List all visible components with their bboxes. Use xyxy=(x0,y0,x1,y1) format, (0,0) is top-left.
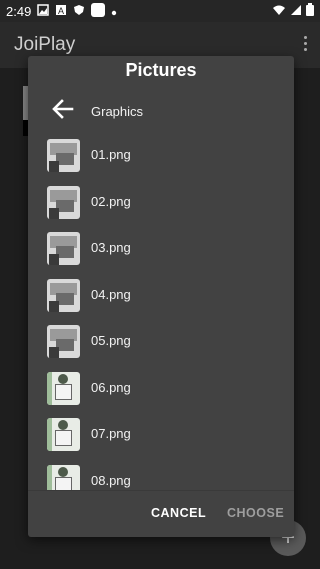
choose-button[interactable]: CHOOSE xyxy=(227,506,284,520)
picture-picker-dialog: Pictures Graphics 01.png 02.png 03.png 04.p… xyxy=(28,56,294,537)
font-notification-icon: A xyxy=(55,4,67,19)
shield-notification-icon xyxy=(73,4,85,19)
wifi-icon xyxy=(272,4,286,19)
file-list-item[interactable]: 03.png xyxy=(28,229,294,269)
file-list-item[interactable]: 02.png xyxy=(28,183,294,223)
app-notification-icon xyxy=(91,2,106,20)
image-thumbnail xyxy=(47,278,80,312)
file-name: 01.png xyxy=(91,147,131,162)
image-notification-icon xyxy=(37,3,50,19)
file-name: 07.png xyxy=(91,426,131,441)
signal-icon xyxy=(290,4,302,19)
cancel-button[interactable]: CANCEL xyxy=(151,506,206,520)
dialog-title: Pictures xyxy=(125,60,197,80)
file-name: 05.png xyxy=(91,333,131,348)
file-list-item[interactable]: 05.png xyxy=(28,322,294,362)
file-name: 04.png xyxy=(91,286,131,302)
app-title: JoiPlay xyxy=(14,34,76,55)
current-folder-name: Graphics xyxy=(91,104,144,119)
dot-icon xyxy=(111,4,117,19)
dialog-actions: CANCEL CHOOSE xyxy=(28,490,294,537)
image-thumbnail xyxy=(47,371,80,405)
image-thumbnail xyxy=(47,185,80,219)
svg-text:A: A xyxy=(58,6,64,16)
battery-icon xyxy=(306,3,314,19)
file-name: 02.png xyxy=(91,193,131,209)
image-thumbnail xyxy=(47,232,80,265)
status-time: 2:49 xyxy=(6,3,32,19)
file-name: 03.png xyxy=(91,240,131,255)
image-thumbnail xyxy=(47,418,80,451)
image-thumbnail xyxy=(47,139,80,172)
parent-folder-row[interactable]: Graphics xyxy=(28,94,294,130)
file-list-item[interactable]: 07.png xyxy=(28,415,294,455)
file-list[interactable]: 01.png 02.png 03.png 04.png 05.png 06.png 07.p… xyxy=(28,136,294,546)
file-name: 08.png xyxy=(91,472,131,488)
file-name: 06.png xyxy=(91,379,131,395)
file-list-item[interactable]: 01.png xyxy=(28,136,294,176)
overflow-menu-icon[interactable] xyxy=(304,36,308,54)
image-thumbnail xyxy=(47,325,80,358)
status-bar: 2:49 A xyxy=(0,0,320,22)
back-arrow-icon[interactable] xyxy=(50,96,76,127)
file-list-item[interactable]: 06.png xyxy=(28,369,294,409)
file-list-item[interactable]: 04.png xyxy=(28,276,294,316)
